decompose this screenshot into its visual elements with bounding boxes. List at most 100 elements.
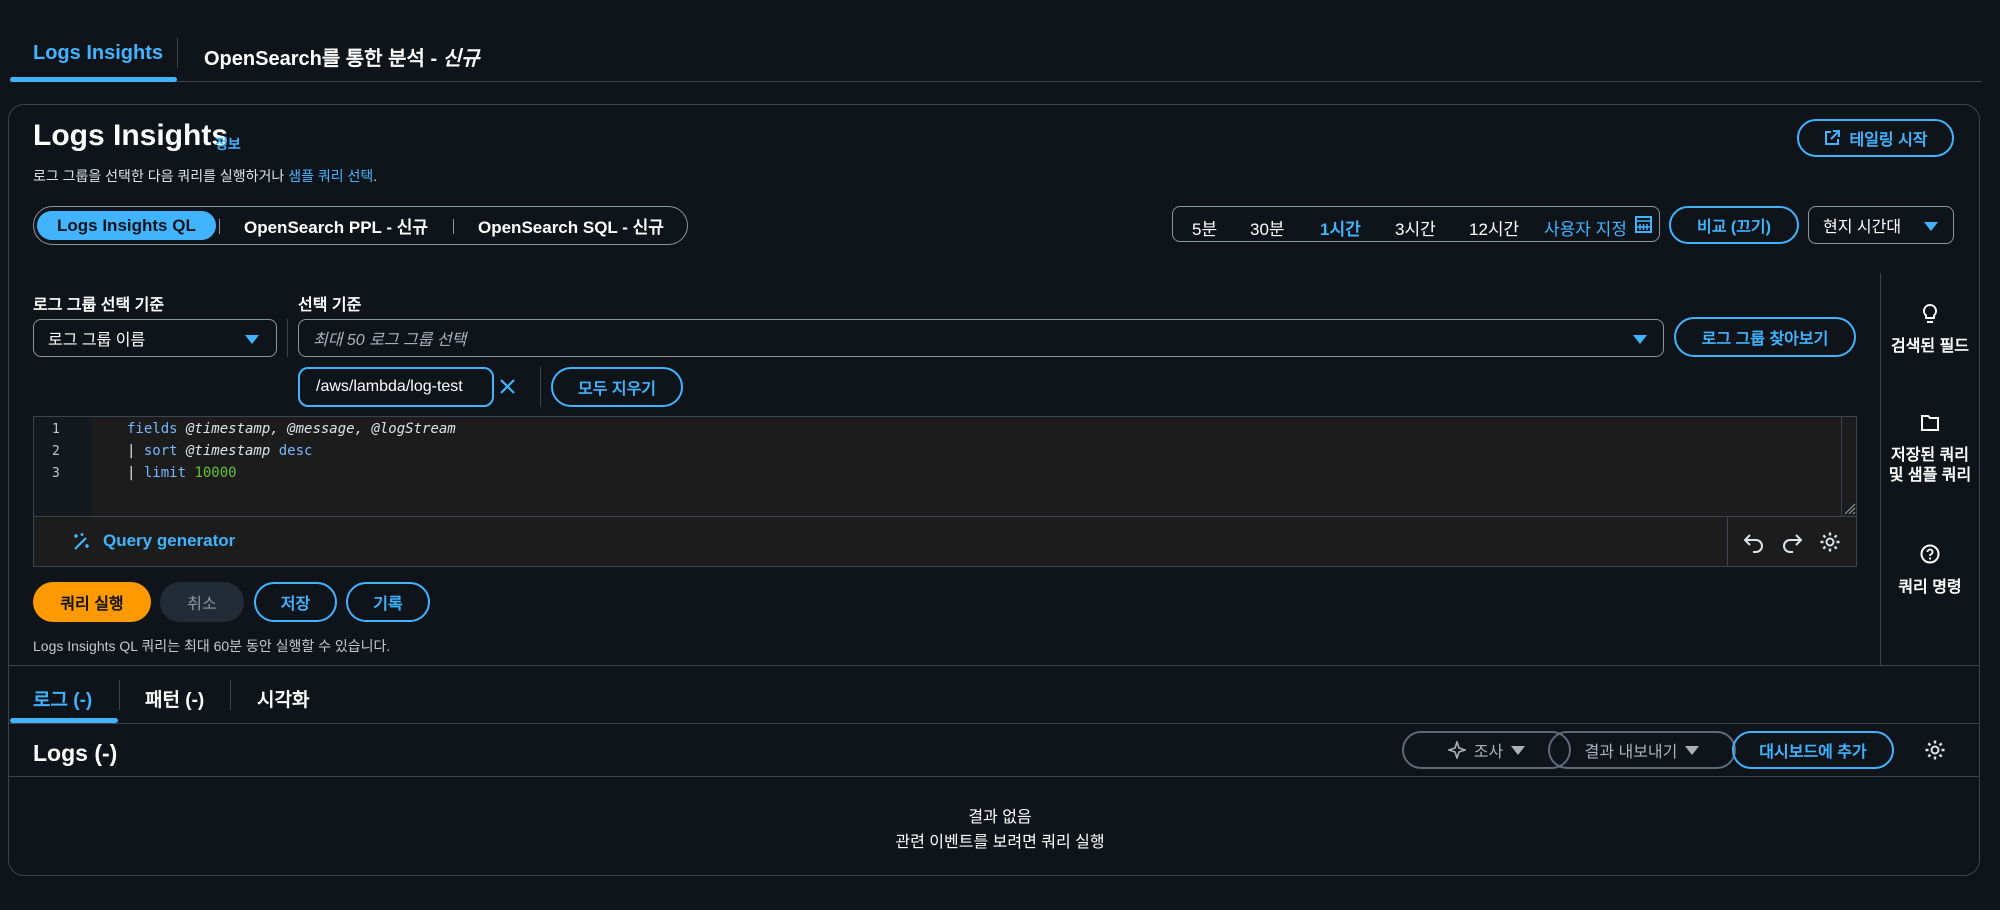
empty-state-description: 관련 이벤트를 보려면 쿼리 실행 [895, 834, 1105, 851]
side-item-label: 저장된 쿼리 [1890, 447, 1970, 464]
time-range-custom[interactable]: 사용자 지정 [1544, 215, 1627, 240]
description-period: . [373, 168, 378, 184]
code-number: 10000 [186, 465, 237, 481]
tab-opensearch-analysis[interactable]: OpenSearch를 통한 분석 - 신규 [204, 42, 480, 71]
tab-opensearch-new: 신규 [442, 48, 480, 70]
gear-icon[interactable] [1819, 531, 1841, 553]
compare-button[interactable]: 비교 (끄기) [1669, 206, 1799, 244]
timezone-value: 현지 시간대 [1823, 219, 1902, 236]
history-label: 기록 [373, 596, 403, 613]
gear-icon[interactable] [1924, 739, 1946, 761]
code-line-1: fields @timestamp, @message, @logStream [127, 421, 456, 437]
empty-state-title: 결과 없음 [968, 809, 1032, 826]
time-range-1h[interactable]: 1시간 [1320, 215, 1361, 240]
tab-divider [119, 680, 120, 710]
tab-visualization[interactable]: 시각화 [257, 685, 309, 712]
log-group-criteria-select[interactable]: 로그 그룹 이름 [33, 319, 277, 357]
code-keyword: sort [143, 443, 178, 459]
side-item-label: 쿼리 명령 [1898, 579, 1962, 596]
side-item-discovered-fields[interactable]: 검색된 필드 [1881, 303, 1979, 357]
time-range-3h[interactable]: 3시간 [1395, 215, 1436, 240]
investigate-button[interactable]: 조사 [1402, 731, 1571, 769]
save-query-button[interactable]: 저장 [254, 582, 337, 622]
line-number: 2 [52, 444, 60, 459]
magic-wand-icon [72, 532, 92, 552]
log-group-criteria-label: 로그 그룹 선택 기준 [33, 297, 165, 314]
code-pipe: | [127, 465, 144, 481]
remove-token-icon[interactable] [499, 378, 516, 395]
top-tab-bar: Logs Insights OpenSearch를 통한 분석 - 신규 [10, 26, 1982, 82]
help-icon [1920, 544, 1940, 564]
editor-toolbar: Query generator [33, 517, 1857, 567]
code-line-3: | limit 10000 [127, 465, 237, 481]
code-keyword: desc [278, 443, 313, 459]
sample-query-link[interactable]: 샘플 쿼리 선택 [288, 168, 373, 184]
chevron-down-icon [1685, 745, 1700, 755]
query-generator-button[interactable]: Query generator [103, 531, 235, 551]
query-editor[interactable]: 1 2 3 fields @timestamp, @message, @logS… [33, 416, 1857, 517]
page-title: Logs Insights [33, 119, 228, 152]
time-range-5m[interactable]: 5분 [1192, 215, 1217, 240]
code-text: @timestamp, @message, @logStream [177, 421, 456, 437]
export-results-button[interactable]: 결과 내보내기 [1548, 731, 1736, 769]
folder-icon [1920, 414, 1940, 432]
tab-divider [177, 38, 178, 68]
editor-gutter [34, 417, 92, 516]
segment-divider [453, 219, 454, 234]
code-line-2: | sort @timestamp desc [127, 443, 312, 459]
token-divider [540, 367, 541, 407]
tab-logs-insights[interactable]: Logs Insights [33, 42, 163, 65]
side-item-query-commands[interactable]: 쿼리 명령 [1881, 544, 1979, 598]
tab-opensearch-label: OpenSearch를 통한 분석 - [204, 48, 443, 70]
tabs-divider [9, 723, 1979, 724]
investigate-label: 조사 [1473, 744, 1504, 761]
add-to-dashboard-button[interactable]: 대시보드에 추가 [1732, 731, 1894, 769]
resize-handle-icon[interactable] [1842, 501, 1856, 515]
code-text: @timestamp [177, 443, 279, 459]
page-description: 로그 그룹을 선택한 다음 쿼리를 실행하거나 샘플 쿼리 선택. [33, 166, 377, 186]
side-item-saved-queries[interactable]: 저장된 쿼리 및 샘플 쿼리 [1881, 414, 1979, 486]
query-language-opensearch-sql[interactable]: OpenSearch SQL - 신규 [478, 207, 664, 244]
time-range-30m[interactable]: 30분 [1250, 215, 1285, 240]
time-range-selector: 5분 30분 1시간 3시간 12시간 사용자 지정 [1172, 206, 1660, 242]
run-query-button[interactable]: 쿼리 실행 [33, 582, 151, 622]
query-language-logs-insights-ql[interactable]: Logs Insights QL [37, 211, 216, 240]
clear-all-button[interactable]: 모두 지우기 [551, 367, 683, 407]
history-button[interactable]: 기록 [346, 582, 430, 622]
query-language-selector: Logs Insights QL OpenSearch PPL - 신규 Ope… [33, 206, 688, 245]
log-group-token: /aws/lambda/log-test [298, 367, 494, 407]
cancel-query-button[interactable]: 취소 [160, 582, 244, 622]
query-time-limit-hint: Logs Insights QL 쿼리는 최대 60분 동안 실행할 수 있습니… [33, 638, 391, 654]
field-divider [287, 319, 288, 357]
save-query-label: 저장 [280, 596, 311, 613]
line-number: 1 [52, 422, 60, 437]
browse-log-groups-label: 로그 그룹 찾아보기 [1701, 331, 1829, 348]
log-group-criteria-value: 로그 그룹 이름 [48, 332, 146, 349]
query-language-opensearch-ppl[interactable]: OpenSearch PPL - 신규 [244, 207, 428, 244]
chevron-down-icon [1924, 222, 1938, 231]
tab-patterns[interactable]: 패턴 (-) [145, 685, 204, 712]
log-group-select[interactable]: 최대 50 로그 그룹 선택 [298, 319, 1664, 357]
external-link-icon [1823, 129, 1841, 147]
log-group-token-label: /aws/lambda/log-test [316, 378, 463, 395]
side-item-label: 및 샘플 쿼리 [1888, 467, 1972, 484]
compare-label: 비교 (끄기) [1697, 219, 1771, 236]
select-by-label: 선택 기준 [298, 297, 362, 314]
time-range-12h[interactable]: 12시간 [1469, 215, 1519, 240]
logs-title: Logs (-) [33, 740, 118, 766]
undo-icon[interactable] [1743, 531, 1765, 553]
clear-all-label: 모두 지우기 [577, 381, 657, 398]
tab-logs[interactable]: 로그 (-) [33, 685, 92, 712]
section-divider [9, 665, 1979, 666]
info-link[interactable]: 정보 [215, 134, 241, 154]
timezone-select[interactable]: 현지 시간대 [1808, 206, 1954, 244]
chevron-down-icon [1633, 335, 1647, 344]
start-tailing-button[interactable]: 테일링 시작 [1797, 119, 1954, 157]
chevron-down-icon [1511, 745, 1526, 755]
redo-icon[interactable] [1781, 531, 1803, 553]
export-results-label: 결과 내보내기 [1584, 744, 1678, 761]
active-tab-indicator [10, 77, 177, 82]
tab-divider [230, 680, 231, 710]
browse-log-groups-button[interactable]: 로그 그룹 찾아보기 [1674, 317, 1856, 357]
calendar-icon[interactable] [1635, 216, 1652, 233]
